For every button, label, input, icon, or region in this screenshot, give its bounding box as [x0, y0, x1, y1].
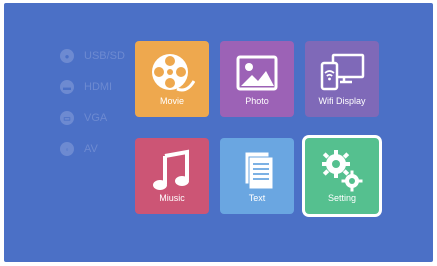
tile-photo[interactable]: Photo: [220, 41, 294, 117]
hdmi-icon: ▬: [60, 80, 74, 94]
source-item-av[interactable]: ◦ AV: [60, 138, 125, 160]
launcher-screen: ● USB/SD ▬ HDMI ▭ VGA ◦ AV Movie Photo W…: [4, 3, 433, 262]
tile-music[interactable]: Miusic: [135, 138, 209, 214]
tile-label: Text: [248, 193, 266, 203]
source-item-usb-sd[interactable]: ● USB/SD: [60, 45, 125, 67]
music-note-icon: [153, 149, 189, 190]
tile-label: Wifi Display: [318, 96, 366, 106]
tile-text[interactable]: Text: [220, 138, 294, 214]
tile-label: Photo: [245, 96, 269, 106]
tile-label: Miusic: [159, 193, 185, 203]
source-item-label: AV: [84, 143, 98, 155]
tile-wifi-display[interactable]: Wifi Display: [305, 41, 379, 117]
film-reel-icon: [152, 54, 195, 92]
picture-icon: [236, 55, 278, 91]
source-item-hdmi[interactable]: ▬ HDMI: [60, 76, 125, 98]
gears-icon: [322, 150, 363, 192]
tile-movie[interactable]: Movie: [135, 41, 209, 117]
vga-icon: ▭: [60, 111, 74, 125]
tile-label: Setting: [327, 193, 357, 203]
av-icon: ◦: [60, 142, 74, 156]
source-menu: ● USB/SD ▬ HDMI ▭ VGA ◦ AV: [60, 45, 125, 160]
tile-setting[interactable]: Setting: [305, 138, 379, 214]
source-item-label: VGA: [84, 112, 108, 124]
wifi-display-icon: [320, 53, 365, 91]
tile-label: Movie: [159, 96, 184, 106]
source-item-label: HDMI: [84, 81, 113, 93]
usb-icon: ●: [60, 49, 74, 63]
source-item-vga[interactable]: ▭ VGA: [60, 107, 125, 129]
document-icon: [244, 151, 274, 190]
source-item-label: USB/SD: [84, 50, 125, 62]
